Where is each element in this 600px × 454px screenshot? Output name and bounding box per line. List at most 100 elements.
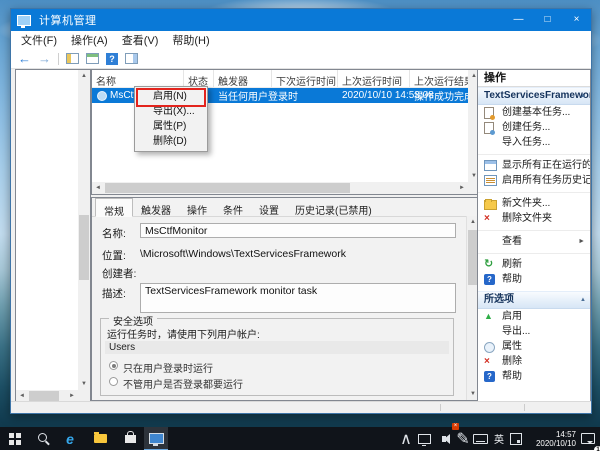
action-help[interactable]: ? 帮助 — [478, 272, 590, 287]
start-button[interactable] — [2, 427, 26, 450]
action-view[interactable]: 查看 ► — [478, 234, 590, 249]
account-hint: 运行任务时，请使用下列用户帐户: — [107, 326, 260, 341]
app-icon — [17, 15, 31, 26]
show-action-pane-icon[interactable] — [125, 53, 138, 64]
scroll-left-icon[interactable]: ◄ — [92, 182, 104, 194]
action-create-task[interactable]: 创建任务... — [478, 120, 590, 135]
column-last-run[interactable]: 上次运行时间 — [338, 70, 410, 87]
forward-icon[interactable]: → — [38, 52, 51, 65]
column-last-result[interactable]: 上次运行结果 — [410, 70, 468, 87]
tab-triggers[interactable]: 触发器 — [133, 198, 179, 216]
action-help-selected[interactable]: ? 帮助 — [478, 369, 590, 384]
task-last-run: 2020/10/10 14:53:08 — [338, 90, 410, 101]
tab-general[interactable]: 常规 — [95, 198, 133, 217]
radio-run-always[interactable] — [109, 377, 118, 386]
clock-time: 14:57 — [524, 430, 576, 439]
network-icon[interactable] — [416, 427, 432, 450]
tab-history[interactable]: 历史记录(已禁用) — [287, 198, 380, 216]
desktop-wallpaper: 计算机管理 — □ × 文件(F) 操作(A) 查看(V) 帮助(H) ← → … — [0, 0, 600, 450]
menu-file[interactable]: 文件(F) — [14, 32, 64, 48]
export-list-icon[interactable] — [66, 53, 79, 64]
notification-badge: 1 — [594, 446, 600, 454]
list-hscroll-thumb[interactable] — [105, 183, 350, 193]
scroll-down-icon[interactable]: ▼ — [78, 378, 90, 390]
action-new-folder[interactable]: 新文件夹... — [478, 196, 590, 211]
actions-pane: 操作 TextServicesFramework ▲ 创建基本任务... 创建任… — [477, 69, 591, 403]
task-name-field[interactable] — [140, 223, 456, 238]
touch-keyboard-icon[interactable] — [472, 427, 489, 450]
pen-icon[interactable]: ✎ — [456, 427, 470, 450]
task-description-field[interactable]: TextServicesFramework monitor task — [140, 283, 456, 313]
collapse-icon[interactable]: ▲ — [580, 292, 586, 308]
scroll-right-icon[interactable]: ► — [456, 182, 468, 194]
context-menu-delete[interactable]: 删除(D) — [135, 134, 207, 149]
radio-run-logged-on[interactable] — [109, 361, 118, 370]
help-icon: ? — [484, 274, 495, 285]
title-bar[interactable]: 计算机管理 — □ × — [11, 9, 591, 31]
action-center-button[interactable]: 1 — [578, 427, 598, 450]
taskbar-search-button[interactable] — [30, 427, 54, 450]
minimize-button[interactable]: — — [504, 9, 533, 31]
menu-action[interactable]: 操作(A) — [64, 32, 115, 48]
action-import-task[interactable]: 导入任务... — [478, 135, 590, 150]
task-triggers: 当任何用户登录时 — [214, 88, 272, 103]
tab-actions[interactable]: 操作 — [179, 198, 215, 216]
create-basic-task-icon — [484, 107, 494, 119]
tab-settings[interactable]: 设置 — [251, 198, 287, 216]
action-export[interactable]: 导出... — [478, 324, 590, 339]
actions-section-selected-item[interactable]: 所选项 ▲ — [478, 291, 590, 309]
tree-hscroll-thumb[interactable] — [29, 391, 59, 401]
tree-vertical-scrollbar[interactable]: ▲ ▼ — [78, 70, 90, 390]
menu-bar: 文件(F) 操作(A) 查看(V) 帮助(H) — [11, 31, 591, 49]
context-menu: 启用(N) 导出(X)... 属性(P) 删除(D) — [134, 86, 208, 152]
tree-scroll-thumb[interactable] — [79, 215, 89, 280]
action-show-running-tasks[interactable]: 显示所有正在运行的任务 — [478, 158, 590, 173]
properties-icon — [484, 342, 495, 353]
author-label: 创建者: — [102, 266, 136, 281]
column-triggers[interactable]: 触发器 — [214, 70, 272, 87]
tab-conditions[interactable]: 条件 — [215, 198, 251, 216]
menu-view[interactable]: 查看(V) — [115, 32, 166, 48]
close-button[interactable]: × — [562, 9, 591, 31]
collapse-icon[interactable]: ▲ — [580, 88, 586, 104]
column-status[interactable]: 状态 — [184, 70, 214, 87]
tray-chevron-button[interactable]: ∧ — [398, 427, 414, 450]
taskbar-clock[interactable]: 14:57 2020/10/10 — [524, 427, 576, 450]
red-highlight-annotation — [136, 88, 206, 107]
volume-muted-icon[interactable]: × — [436, 427, 452, 450]
action-enable[interactable]: ▲ 启用 — [478, 309, 590, 324]
show-console-tree-icon[interactable] — [86, 53, 99, 64]
context-menu-properties[interactable]: 属性(P) — [135, 119, 207, 134]
maximize-button[interactable]: □ — [533, 9, 562, 31]
action-delete[interactable]: × 删除 — [478, 354, 590, 369]
taskbar-store-button[interactable] — [118, 427, 142, 450]
column-next-run[interactable]: 下次运行时间 — [272, 70, 338, 87]
action-delete-folder[interactable]: × 删除文件夹 — [478, 211, 590, 226]
action-refresh[interactable]: ↻ 刷新 — [478, 257, 590, 272]
clock-date: 2020/10/10 — [524, 439, 576, 448]
taskbar-explorer-button[interactable] — [88, 427, 112, 450]
actions-section-folder[interactable]: TextServicesFramework ▲ — [478, 87, 590, 105]
back-icon[interactable]: ← — [18, 52, 31, 65]
list-horizontal-scrollbar[interactable]: ◄ ► — [92, 182, 468, 194]
scroll-up-icon[interactable]: ▲ — [78, 70, 90, 82]
window-title: 计算机管理 — [39, 12, 97, 28]
action-enable-task-history[interactable]: 启用所有任务历史记录 — [478, 173, 590, 188]
taskbar-computer-management-button[interactable] — [144, 427, 168, 450]
menu-help[interactable]: 帮助(H) — [165, 32, 216, 48]
ime-mode-icon[interactable] — [509, 427, 523, 450]
language-indicator[interactable]: 英 — [491, 427, 507, 450]
delete-icon: × — [484, 213, 490, 224]
action-properties[interactable]: 属性 — [478, 339, 590, 354]
computer-management-icon — [149, 433, 164, 444]
toolbar-separator — [58, 53, 59, 65]
taskbar-edge-button[interactable]: e — [58, 427, 82, 450]
console-tree-panel[interactable]: ▲ ▼ ◄ ► — [15, 69, 91, 403]
action-center-icon — [581, 433, 595, 444]
column-name[interactable]: 名称 — [92, 70, 184, 87]
toolbar-help-icon[interactable]: ? — [106, 53, 118, 65]
delete-icon: × — [484, 356, 490, 367]
action-create-basic-task[interactable]: 创建基本任务... — [478, 105, 590, 120]
actions-pane-title: 操作 — [478, 70, 590, 87]
location-label: 位置: — [102, 248, 126, 263]
